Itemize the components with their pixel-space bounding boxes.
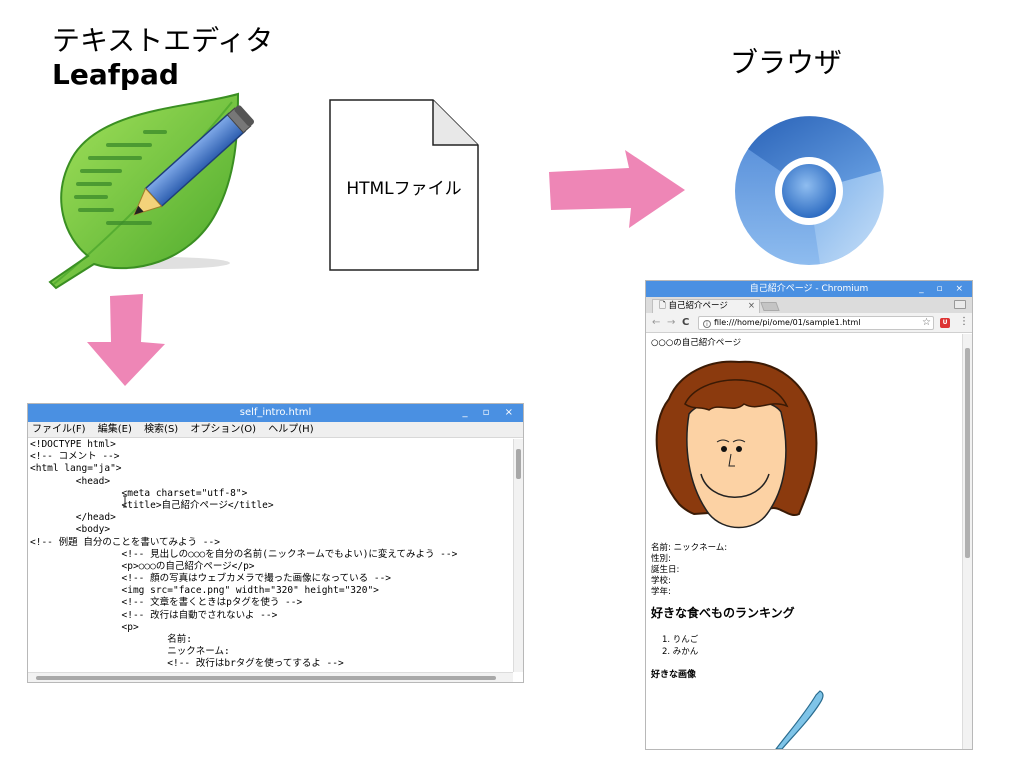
menu-search[interactable]: 検索(S): [144, 424, 178, 435]
field-name: 名前: ニックネーム:: [651, 543, 728, 553]
code-line: 名前:: [30, 634, 192, 645]
reload-icon[interactable]: C: [682, 316, 689, 330]
code-line: <body>: [30, 524, 111, 536]
code-line: ニックネーム:: [30, 646, 230, 658]
page-heading-line: ○○○の自己紹介ページ: [651, 338, 742, 348]
leafpad-horizontal-scroll-thumb[interactable]: [36, 676, 496, 680]
face-image: [655, 360, 818, 529]
chromium-window: 自己紹介ページ - Chromium _ ▫ × 🗋 自己紹介ページ × ← →…: [645, 280, 973, 750]
field-school: 学校:: [651, 576, 671, 586]
browser-tab[interactable]: 🗋 自己紹介ページ ×: [652, 299, 760, 313]
ranking-item: 2. みかん: [662, 647, 699, 657]
code-line: <p>○○○の自己紹介ページ</p>: [30, 560, 255, 572]
code-line: <!DOCTYPE html>: [30, 439, 116, 450]
leafpad-vertical-scrollbar[interactable]: [513, 439, 523, 672]
new-tab-button[interactable]: [760, 302, 780, 311]
arrow-right-icon: [549, 150, 685, 228]
favorite-image: [775, 690, 824, 749]
code-line: <!-- 顔の写真はウェブカメラで撮った画像になっている -->: [30, 573, 392, 585]
leafpad-horizontal-scrollbar[interactable]: [28, 672, 513, 682]
code-line: <!-- コメント -->: [30, 451, 120, 463]
menu-help[interactable]: ヘルプ(H): [268, 424, 313, 435]
editor-label-en: Leafpad: [52, 58, 179, 91]
arrow-down-icon: [87, 294, 165, 386]
code-line: <!-- 改行はbrタグを使ってするよ -->: [30, 658, 344, 670]
code-line: <!-- 改行は自動でされないよ -->: [30, 609, 278, 621]
code-line: <html lang="ja">: [30, 463, 122, 475]
field-gender: 性別:: [651, 554, 671, 564]
text-cursor-icon: [123, 495, 127, 508]
chromium-vertical-scroll-thumb[interactable]: [965, 348, 970, 558]
leafpad-menubar: ファイル(F) 編集(E) 検索(S) オプション(O) ヘルプ(H): [28, 422, 523, 438]
menu-options[interactable]: オプション(O): [190, 424, 256, 435]
file-label: HTMLファイル: [346, 179, 462, 199]
code-line: <p>: [30, 621, 139, 633]
chrome-menu-icon[interactable]: ⋮: [959, 315, 969, 329]
page-content: ○○○の自己紹介ページ 名前: ニックネーム: 性別: 誕生日: 学校: 学年:…: [646, 334, 962, 749]
tab-title: 自己紹介ページ: [668, 301, 728, 311]
page-icon: 🗋: [659, 301, 666, 311]
chromium-titlebar[interactable]: 自己紹介ページ - Chromium _ ▫ ×: [646, 281, 972, 297]
tab-close-icon[interactable]: ×: [748, 300, 755, 313]
menu-file[interactable]: ファイル(F): [32, 424, 86, 435]
editor-label-jp: テキストエディタ: [52, 24, 274, 57]
bookmark-star-icon[interactable]: ☆: [922, 316, 931, 330]
code-line: <meta charset="utf-8">: [30, 487, 248, 499]
code-line: <img src="face.png" width="320" height="…: [30, 585, 379, 597]
leafpad-icon: [48, 92, 255, 290]
browser-label: ブラウザ: [730, 46, 843, 79]
address-bar[interactable]: i file:///home/pi/ome/01/sample1.html: [698, 316, 934, 330]
forward-icon[interactable]: →: [667, 316, 675, 330]
ranking-item: 1. りんご: [662, 635, 699, 645]
code-line: </head>: [30, 512, 116, 524]
menu-edit[interactable]: 編集(E): [98, 424, 132, 435]
favorite-image-title: 好きな画像: [651, 670, 697, 680]
chromium-icon: [735, 116, 884, 265]
field-birthday: 誕生日:: [651, 565, 680, 575]
leafpad-window-controls[interactable]: _ ▫ ×: [462, 404, 519, 422]
info-icon[interactable]: i: [703, 320, 711, 328]
leafpad-window-title: self_intro.html: [239, 407, 312, 418]
code-line: <!-- 例題 自分のことを書いてみよう -->: [30, 536, 220, 548]
chromium-window-controls[interactable]: _ ▫ ×: [919, 281, 968, 297]
leafpad-text-area[interactable]: <!DOCTYPE html> <!-- コメント --> <html lang…: [28, 439, 513, 672]
chromium-toolbar: ← → C i file:///home/pi/ome/01/sample1.ht…: [646, 313, 972, 333]
code-line: <!-- 見出しの○○○を自分の名前(ニックネームでもよい)に変えてみよう --…: [30, 548, 458, 560]
field-grade: 学年:: [651, 587, 671, 597]
leafpad-titlebar[interactable]: self_intro.html _ ▫ ×: [28, 404, 523, 422]
code-line: <head>: [30, 475, 111, 487]
window-restore-icon[interactable]: [954, 300, 966, 309]
address-url: file:///home/pi/ome/01/sample1.html: [714, 318, 861, 327]
back-icon[interactable]: ←: [652, 316, 660, 330]
chromium-vertical-scrollbar[interactable]: [962, 334, 972, 749]
code-line: <!-- 文章を書くときはpタグを使う -->: [30, 597, 303, 609]
chromium-window-title: 自己紹介ページ - Chromium: [749, 284, 869, 294]
leafpad-vertical-scroll-thumb[interactable]: [516, 449, 521, 479]
code-line: <title>自己紹介ページ</title>: [30, 499, 274, 511]
chromium-tabstrip: 🗋 自己紹介ページ ×: [646, 297, 972, 313]
ranking-title: 好きな食べものランキング: [651, 606, 795, 620]
extension-icon[interactable]: U: [940, 318, 950, 328]
leafpad-window: self_intro.html _ ▫ × ファイル(F) 編集(E) 検索(S…: [27, 403, 524, 683]
